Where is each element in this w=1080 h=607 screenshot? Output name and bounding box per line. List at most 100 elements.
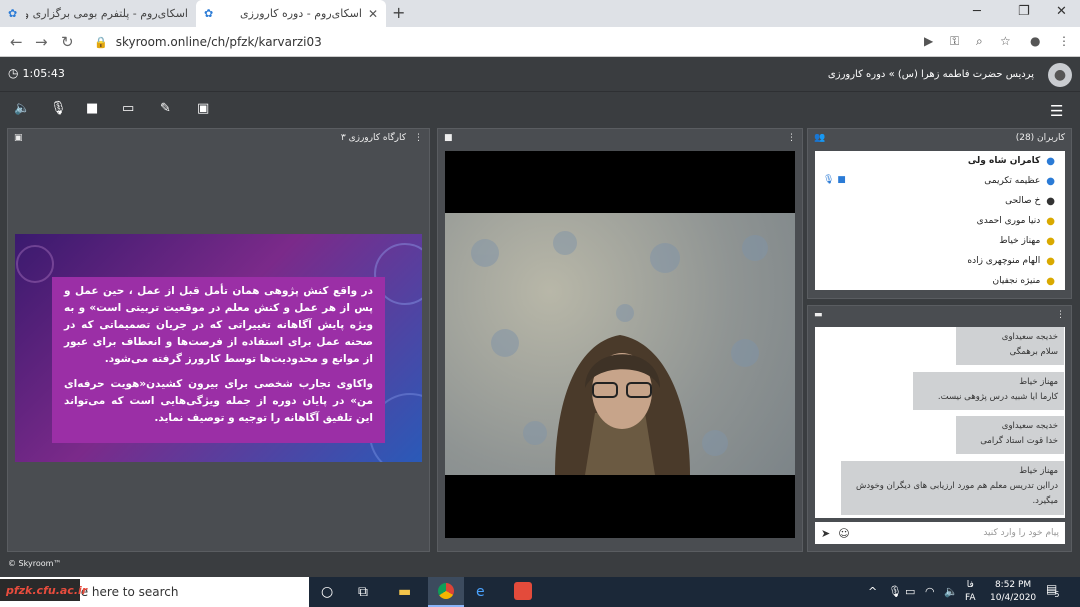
chat-text: کارما ایا شبیه درس پژوهی نیست. — [937, 392, 1058, 402]
panel-menu-icon[interactable]: ⋮ — [414, 133, 423, 143]
edge-icon[interactable]: e — [476, 584, 485, 600]
user-name: کامران شاه ولی — [967, 156, 1041, 166]
user-name: عظیمه تکریمی — [984, 176, 1041, 186]
url-text: skyroom.online/ch/pfzk/karvarzi03 — [115, 35, 322, 49]
camera-icon[interactable]: ■ — [86, 101, 98, 116]
browser-tab-active[interactable]: ✿ اسکای‌روم - دوره کارورزی ✕ — [196, 0, 386, 27]
hamburger-menu-icon[interactable]: ☰ — [1050, 102, 1063, 120]
list-item[interactable]: مهناز خیاط ● — [815, 231, 1065, 251]
language-indicator[interactable]: فا FA — [965, 579, 976, 605]
video-panel-header: ■ ⋮ — [438, 129, 802, 147]
camera-blocked-icon[interactable]: ▶ — [924, 34, 933, 48]
tray-chevron-icon[interactable]: ^ — [868, 585, 877, 598]
minimize-icon[interactable]: ─ — [973, 4, 981, 19]
list-item[interactable]: منیژه نجفیان ● — [815, 271, 1065, 290]
volume-icon[interactable]: 🔈 — [944, 585, 958, 598]
key-icon[interactable]: ⚿ — [950, 34, 959, 49]
profile-icon[interactable]: ● — [1030, 34, 1040, 48]
user-icon: ● — [1046, 195, 1055, 207]
user-name: دنیا موری احمدی — [976, 216, 1041, 226]
chat-icon: ▬ — [814, 310, 823, 320]
chat-text: درااین تدریس معلم هم مورد ارزیابی های دی… — [855, 481, 1058, 506]
chat-input-placeholder: پیام خود را وارد کنید — [983, 528, 1059, 538]
user-icon: ● — [1046, 235, 1055, 247]
chat-text: سلام برهمگی — [1009, 347, 1058, 357]
session-timer: ◷ 1:05:43 — [8, 66, 65, 80]
new-tab-button[interactable]: + — [392, 3, 405, 22]
presentation-panel-header: ▣ کارگاه کارورزی ۳ ⋮ — [8, 129, 429, 147]
panel-menu-icon[interactable]: ⋮ — [787, 133, 796, 143]
forward-icon[interactable]: → — [35, 33, 48, 51]
chat-message: مهناز خیاط درااین تدریس معلم هم مورد ارز… — [841, 461, 1064, 515]
timer-value: 1:05:43 — [22, 66, 65, 80]
emoji-icon[interactable]: ☺ — [838, 527, 849, 540]
app-icon[interactable] — [514, 582, 532, 600]
battery-icon[interactable]: ▭ — [905, 585, 915, 598]
user-avatar[interactable]: ● — [1048, 63, 1072, 87]
close-tab-icon[interactable]: ✕ — [368, 7, 378, 21]
bookmark-star-icon[interactable]: ☆ — [1000, 34, 1011, 48]
chat-messages: خدیجه سعیداوی سلام برهمگی مهناز خیاط کار… — [815, 327, 1065, 518]
chat-input[interactable]: ➤ ☺ پیام خود را وارد کنید — [815, 522, 1065, 544]
task-view-icon[interactable]: ⧉ — [358, 584, 368, 600]
skyroom-favicon-icon: ✿ — [204, 6, 214, 20]
list-item[interactable]: کامران شاه ولی ● — [815, 151, 1065, 171]
users-panel-header: 👥 کاربران (28) — [808, 129, 1071, 147]
taskbar-clock[interactable]: 8:52 PM 10/4/2020 — [990, 579, 1036, 605]
brush-icon[interactable]: ✎ — [160, 101, 171, 116]
reload-icon[interactable]: ↻ — [61, 33, 74, 51]
users-count-label: کاربران (28) — [1015, 133, 1065, 143]
clock-icon: ◷ — [8, 66, 19, 80]
chat-panel-header: ▬ ⋮ — [808, 306, 1071, 324]
list-item[interactable]: الهام منوچهری زاده ● — [815, 251, 1065, 271]
slide-paragraph: در واقع کنش پژوهی همان تأمل قبل از عمل ،… — [64, 285, 373, 365]
chat-sender: خدیجه سعیداوی — [1001, 332, 1058, 342]
users-icon: 👥 — [814, 133, 826, 143]
copyright: © Skyroom™ — [8, 559, 62, 568]
users-list: کامران شاه ولی ● 🎙 ■ عظیمه تکریمی ● خ صالحی… — [815, 151, 1065, 290]
skyroom-favicon-icon: ✿ — [8, 6, 18, 20]
cortana-icon[interactable]: ○ — [321, 584, 333, 600]
list-item[interactable]: 🎙 ■ عظیمه تکریمی ● — [815, 171, 1065, 191]
file-explorer-icon[interactable]: ▬ — [398, 584, 411, 600]
back-icon[interactable]: ← — [10, 33, 23, 51]
screen-share-icon[interactable]: ▭ — [122, 101, 134, 116]
send-icon[interactable]: ➤ — [821, 527, 830, 540]
notification-count: 5 — [1054, 590, 1060, 599]
browser-tab-inactive[interactable]: ✿ اسکای‌روم - پلتفرم بومی برگزاری وب — [0, 0, 196, 27]
mic-tray-icon[interactable]: 🎙 — [888, 585, 902, 598]
chrome-taskbar-button[interactable] — [428, 577, 464, 607]
close-window-icon[interactable]: ✕ — [1056, 4, 1067, 19]
url-field[interactable]: 🔒 skyroom.online/ch/pfzk/karvarzi03 — [84, 32, 1024, 52]
zoom-icon[interactable]: ⌕ — [976, 34, 983, 49]
list-item[interactable]: دنیا موری احمدی ● — [815, 211, 1065, 231]
slide-text-box: در واقع کنش پژوهی همان تأمل قبل از عمل ،… — [52, 277, 385, 443]
video-feed — [445, 213, 795, 475]
panel-menu-icon[interactable]: ⋮ — [1056, 310, 1065, 320]
chat-sender: مهناز خیاط — [1019, 466, 1058, 476]
presentation-icon[interactable]: ▣ — [197, 101, 209, 116]
lock-icon: 🔒 — [94, 35, 108, 49]
speaker-icon[interactable]: 🔈 — [14, 101, 30, 116]
chat-message: خدیجه سعیداوی خدا قوت استاد گرامی — [956, 416, 1064, 454]
presentation-title: کارگاه کارورزی ۳ — [340, 133, 406, 143]
user-icon: ● — [1046, 255, 1055, 267]
restore-icon[interactable]: ❐ — [1018, 4, 1030, 19]
clock-time: 8:52 PM — [994, 580, 1032, 590]
wifi-icon[interactable]: ◠ — [925, 585, 935, 598]
menu-kebab-icon[interactable]: ⋮ — [1058, 34, 1070, 48]
chrome-icon — [438, 583, 454, 599]
user-icon: ● — [1046, 175, 1055, 187]
chat-message: خدیجه سعیداوی سلام برهمگی — [956, 327, 1064, 365]
chat-text: خدا قوت استاد گرامی — [980, 436, 1058, 446]
mic-muted-icon[interactable]: 🎙 — [50, 101, 67, 116]
notification-icon[interactable]: ▤5 — [1046, 582, 1062, 599]
user-icon: ● — [1046, 215, 1055, 227]
watermark-logo: pfzk.cfu.ac.ir — [0, 579, 87, 601]
room-title: پردیس حضرت فاطمه زهرا (س) » دوره کارورزی — [827, 69, 1034, 80]
list-item[interactable]: خ صالحی ● — [815, 191, 1065, 211]
presentation-icon: ▣ — [14, 133, 23, 143]
tab-title: اسکای‌روم - دوره کارورزی — [240, 7, 362, 20]
user-name: الهام منوچهری زاده — [967, 256, 1041, 266]
chat-sender: خدیجه سعیداوی — [1001, 421, 1058, 431]
